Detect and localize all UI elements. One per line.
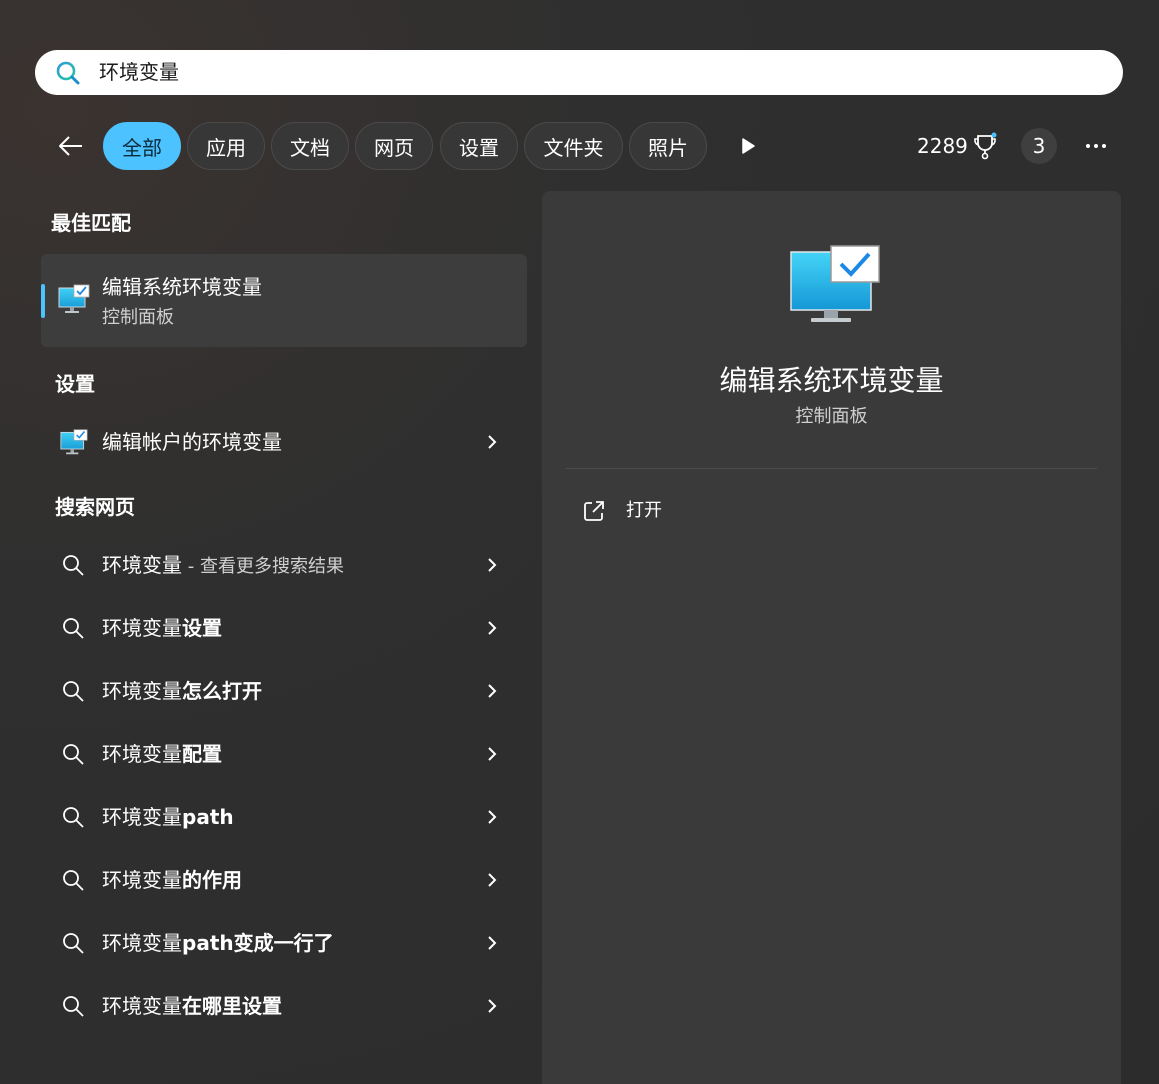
search-icon	[63, 933, 84, 954]
chevron-right-icon	[488, 810, 497, 824]
web-result-label: 环境变量设置	[102, 616, 222, 640]
best-match-heading: 最佳匹配	[51, 211, 131, 235]
web-result-label: 环境变量path	[102, 805, 234, 829]
web-search-heading: 搜索网页	[55, 495, 135, 519]
best-match-item[interactable]: 编辑系统环境变量 控制面板	[41, 254, 527, 347]
web-result-label: 环境变量在哪里设置	[102, 994, 282, 1018]
web-result-item[interactable]: 环境变量path变成一行了	[41, 916, 527, 970]
web-result-item[interactable]: 环境变量配置	[41, 727, 527, 781]
filter-chip-settings[interactable]: 设置	[440, 122, 518, 170]
web-result-label: 环境变量的作用	[102, 868, 242, 892]
search-icon	[63, 996, 84, 1017]
search-input[interactable]	[99, 50, 1079, 95]
web-result-item[interactable]: 环境变量的作用	[41, 853, 527, 907]
web-result-label: 环境变量path变成一行了	[102, 931, 334, 955]
search-icon	[63, 807, 84, 828]
rewards-points[interactable]: 2289	[917, 131, 998, 161]
more-options-icon[interactable]	[1080, 130, 1112, 162]
open-external-icon	[584, 501, 604, 521]
search-icon	[56, 61, 80, 85]
web-result-label: 环境变量怎么打开	[102, 679, 262, 703]
system-properties-icon	[790, 245, 880, 322]
selection-accent	[41, 284, 45, 318]
rewards-points-value: 2289	[917, 134, 968, 158]
filter-chip-apps[interactable]: 应用	[187, 122, 265, 170]
web-result-item[interactable]: 环境变量怎么打开	[41, 664, 527, 718]
chevron-right-icon	[488, 747, 497, 761]
web-result-item[interactable]: 环境变量path	[41, 790, 527, 844]
filter-chip-all[interactable]: 全部	[103, 122, 181, 170]
back-arrow-icon[interactable]	[53, 128, 89, 164]
detail-title: 编辑系统环境变量	[719, 364, 944, 397]
web-result-item[interactable]: 环境变量 - 查看更多搜索结果	[41, 538, 527, 592]
settings-result-item[interactable]: 编辑帐户的环境变量	[41, 415, 527, 469]
open-action[interactable]: 打开	[566, 489, 866, 533]
notification-count-badge[interactable]: 3	[1021, 128, 1057, 164]
settings-result-label: 编辑帐户的环境变量	[102, 430, 282, 454]
filter-chip-web[interactable]: 网页	[355, 122, 433, 170]
divider	[566, 468, 1097, 469]
chevron-right-icon	[488, 621, 497, 635]
best-match-subtitle: 控制面板	[102, 307, 174, 328]
chevron-right-icon	[488, 558, 497, 572]
system-properties-icon	[60, 429, 88, 455]
chevron-right-icon	[488, 684, 497, 698]
trophy-icon	[974, 132, 997, 160]
more-filters-play-icon[interactable]	[738, 136, 758, 156]
search-icon	[63, 618, 84, 639]
filter-chip-documents[interactable]: 文档	[271, 122, 349, 170]
search-icon	[63, 681, 84, 702]
search-bar[interactable]	[35, 50, 1123, 95]
search-icon	[63, 870, 84, 891]
best-match-title: 编辑系统环境变量	[102, 275, 262, 299]
chevron-right-icon	[488, 873, 497, 887]
detail-subtitle: 控制面板	[795, 406, 868, 427]
web-result-label: 环境变量配置	[102, 742, 222, 766]
system-properties-icon	[58, 284, 90, 313]
search-window: 全部 应用 文档 网页 设置 文件夹 照片 2289 3 最佳匹配	[0, 0, 1159, 1084]
open-action-label: 打开	[626, 500, 662, 521]
chevron-right-icon	[488, 936, 497, 950]
chevron-right-icon	[488, 435, 497, 449]
web-result-item[interactable]: 环境变量在哪里设置	[41, 979, 527, 1033]
filter-chip-folders[interactable]: 文件夹	[524, 122, 623, 170]
chevron-right-icon	[488, 999, 497, 1013]
web-result-item[interactable]: 环境变量设置	[41, 601, 527, 655]
detail-panel: 编辑系统环境变量 控制面板 打开	[542, 191, 1121, 1084]
filter-chip-photos[interactable]: 照片	[629, 122, 707, 170]
settings-heading: 设置	[55, 372, 95, 396]
search-icon	[63, 555, 84, 576]
search-icon	[63, 744, 84, 765]
web-result-label: 环境变量 - 查看更多搜索结果	[102, 553, 344, 577]
